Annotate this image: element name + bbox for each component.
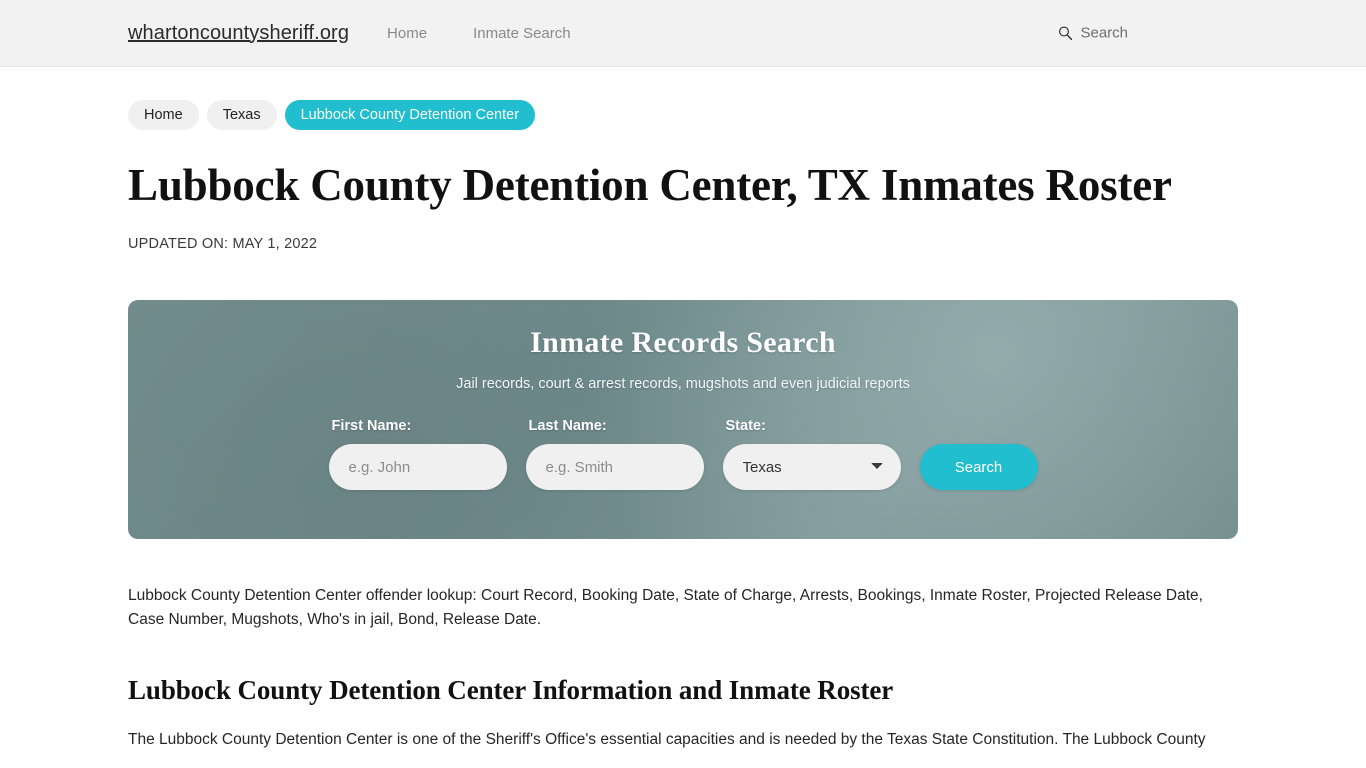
first-name-input[interactable] <box>328 444 507 490</box>
page-content: Home Texas Lubbock County Detention Cent… <box>128 67 1238 752</box>
inmate-search-form: First Name: Last Name: State: Texas Sear… <box>128 418 1238 490</box>
inmate-records-search-panel: Inmate Records Search Jail records, cour… <box>128 300 1238 539</box>
nav-link-inmate-search[interactable]: Inmate Search <box>473 25 571 42</box>
site-brand-logo[interactable]: whartoncountysheriff.org <box>128 22 349 45</box>
breadcrumb: Home Texas Lubbock County Detention Cent… <box>128 100 1238 130</box>
first-name-field-group: First Name: <box>328 418 507 490</box>
section-body-copy: The Lubbock County Detention Center is o… <box>128 731 1206 749</box>
state-select[interactable]: Texas <box>722 444 901 490</box>
last-name-input[interactable] <box>525 444 704 490</box>
state-field-group: State: Texas <box>722 418 901 490</box>
hero-title: Inmate Records Search <box>530 326 836 359</box>
header-search-toggle[interactable]: Search <box>1058 25 1128 42</box>
header-inner: whartoncountysheriff.org Home Inmate Sea… <box>128 0 1238 66</box>
search-icon <box>1058 26 1073 41</box>
breadcrumb-item-home[interactable]: Home <box>128 100 199 130</box>
first-name-label: First Name: <box>331 418 412 434</box>
last-name-field-group: Last Name: <box>525 418 704 490</box>
section-heading-information-and-roster: Lubbock County Detention Center Informat… <box>128 675 894 705</box>
page-title: Lubbock County Detention Center, TX Inma… <box>128 160 1172 210</box>
hero-subtitle: Jail records, court & arrest records, mu… <box>456 376 910 392</box>
primary-navigation: Home Inmate Search <box>387 25 571 42</box>
offender-lookup-description: Lubbock County Detention Center offender… <box>128 587 1203 628</box>
last-name-label: Last Name: <box>528 418 607 434</box>
header-search-label: Search <box>1080 24 1128 42</box>
breadcrumb-item-texas[interactable]: Texas <box>206 100 277 130</box>
breadcrumb-item-current[interactable]: Lubbock County Detention Center <box>284 100 536 130</box>
nav-link-home[interactable]: Home <box>387 25 427 42</box>
updated-on-text: UPDATED ON: MAY 1, 2022 <box>128 236 318 252</box>
state-label: State: <box>725 418 766 434</box>
site-header: whartoncountysheriff.org Home Inmate Sea… <box>0 0 1366 67</box>
search-submit-button[interactable]: Search <box>919 444 1038 490</box>
